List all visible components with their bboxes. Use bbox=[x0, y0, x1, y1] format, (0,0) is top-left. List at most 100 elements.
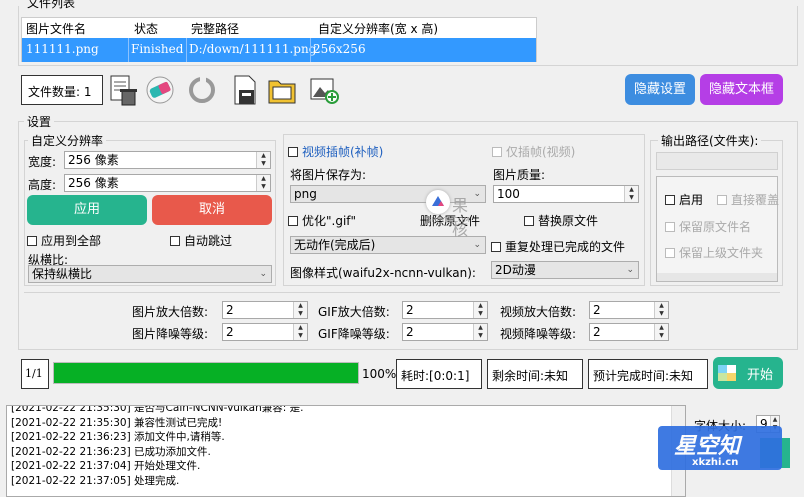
remaining-label: 剩余时间:未知 bbox=[492, 369, 569, 383]
log-line: [2021-02-22 21:37:04] 开始处理文件. bbox=[11, 460, 201, 472]
col-header-path[interactable]: 完整路径 bbox=[191, 20, 239, 37]
save-as-value: png bbox=[294, 187, 317, 201]
gif-scale-spinner[interactable]: ▲ ▼ bbox=[473, 302, 487, 318]
file-table[interactable]: 图片文件名 状态 完整路径 自定义分辨率(宽 x 高) 111111.png F… bbox=[21, 17, 537, 62]
apply-all-label: 应用到全部 bbox=[41, 234, 102, 248]
enable-label: 启用 bbox=[679, 193, 704, 207]
checkbox-icon bbox=[524, 216, 534, 226]
video-interp-label: 视频插帧(补帧) bbox=[302, 145, 384, 159]
direct-overwrite-checkbox[interactable]: 直接覆盖 bbox=[717, 191, 779, 208]
img-scale-value: 2 bbox=[226, 303, 234, 317]
img-scale-spinner[interactable]: ▲ ▼ bbox=[293, 302, 307, 318]
enable-checkbox[interactable]: 启用 bbox=[665, 191, 703, 208]
chevron-down-icon: ⌄ bbox=[626, 265, 634, 275]
replace-original-checkbox[interactable]: 替换原文件 bbox=[524, 212, 598, 229]
add-image-icon[interactable] bbox=[308, 73, 340, 107]
open-folder-icon[interactable] bbox=[266, 73, 298, 107]
file-list-legend: 文件列表 bbox=[24, 0, 79, 11]
width-input[interactable]: 256 像素 ▲ ▼ bbox=[64, 151, 271, 169]
watermark-xkzhi: 星空知 xkzhi.cn bbox=[658, 426, 782, 470]
log-lines: [2021-02-22 21:35:30] 是否与Cain-NCNN-Vulka… bbox=[7, 405, 685, 488]
auto-skip-checkbox[interactable]: 自动跳过 bbox=[170, 232, 232, 249]
output-path-input[interactable] bbox=[656, 152, 778, 170]
delete-file-icon[interactable] bbox=[108, 73, 140, 107]
gif-denoise-value: 2 bbox=[406, 325, 414, 339]
file-count-box: 文件数量: 1 bbox=[21, 75, 103, 105]
cell-path: D:/down/111111.png bbox=[189, 42, 317, 56]
clear-list-icon[interactable] bbox=[144, 73, 176, 107]
checkbox-icon bbox=[288, 216, 298, 226]
img-denoise-value: 2 bbox=[226, 325, 234, 339]
interp-only-checkbox[interactable]: 仅插帧(视频) bbox=[492, 143, 575, 160]
settings-legend: 设置 bbox=[24, 113, 55, 130]
width-spinner[interactable]: ▲ ▼ bbox=[256, 152, 270, 168]
video-interp-checkbox[interactable]: 视频插帧(补帧) bbox=[288, 143, 383, 160]
optimize-gif-checkbox[interactable]: 优化".gif" bbox=[288, 212, 356, 229]
chevron-down-icon: ⌄ bbox=[259, 269, 267, 279]
log-line: [2021-02-22 21:37:05] 处理完成. bbox=[11, 474, 180, 487]
after-action-value: 无动作(完成后) bbox=[294, 238, 376, 252]
image-style-select[interactable]: 2D动漫 ⌄ bbox=[491, 261, 639, 279]
log-line: [2021-02-22 21:35:30] 是否与Cain-NCNN-Vulka… bbox=[11, 405, 304, 414]
cell-status: Finished bbox=[131, 42, 184, 56]
width-label: 宽度: bbox=[28, 155, 57, 169]
progress-count-box: 1/1 bbox=[21, 359, 49, 389]
hide-textbox-button[interactable]: 隐藏文本框 bbox=[700, 74, 783, 105]
scrollbar[interactable] bbox=[657, 273, 777, 281]
col-header-resolution[interactable]: 自定义分辨率(宽 x 高) bbox=[318, 20, 438, 37]
vid-denoise-label: 视频降噪等级: bbox=[500, 327, 577, 341]
col-header-status[interactable]: 状态 bbox=[134, 20, 158, 37]
direct-overwrite-label: 直接覆盖 bbox=[731, 193, 780, 207]
quality-label: 图片质量: bbox=[493, 168, 546, 182]
aspect-select[interactable]: 保持纵横比 ⌄ bbox=[28, 265, 272, 283]
hide-settings-button[interactable]: 隐藏设置 bbox=[625, 74, 695, 105]
eta-box: 预计完成时间:未知 bbox=[588, 359, 708, 389]
img-denoise-spinner[interactable]: ▲ ▼ bbox=[293, 324, 307, 340]
optimize-gif-label: 优化".gif" bbox=[302, 214, 357, 228]
quality-input[interactable]: 100 ▲ ▼ bbox=[493, 185, 639, 203]
interp-only-label: 仅插帧(视频) bbox=[506, 145, 576, 159]
vid-denoise-value: 2 bbox=[593, 325, 601, 339]
refresh-icon[interactable] bbox=[186, 73, 218, 107]
log-textbox[interactable]: [2021-02-22 21:35:30] 是否与Cain-NCNN-Vulka… bbox=[6, 405, 686, 497]
vid-denoise-spinner[interactable]: ▲ ▼ bbox=[654, 324, 668, 340]
height-value: 256 像素 bbox=[68, 176, 119, 190]
watermark-xkzhi-url: xkzhi.cn bbox=[692, 457, 739, 468]
reprocess-label: 重复处理已完成的文件 bbox=[505, 240, 626, 254]
height-label: 高度: bbox=[28, 178, 57, 192]
keep-parent-checkbox[interactable]: 保留上级文件夹 bbox=[665, 244, 763, 261]
vid-scale-value: 2 bbox=[593, 303, 601, 317]
elapsed-label: 耗时:[0:0:1] bbox=[401, 369, 470, 383]
cancel-button[interactable]: 取消 bbox=[152, 195, 272, 225]
open-file-icon[interactable] bbox=[230, 73, 262, 107]
quality-spinner[interactable]: ▲ ▼ bbox=[624, 186, 638, 202]
reprocess-checkbox[interactable]: 重复处理已完成的文件 bbox=[491, 238, 625, 255]
log-line: [2021-02-22 21:36:23] 添加文件中,请稍等. bbox=[11, 431, 225, 443]
gif-denoise-input[interactable]: 2 ▲ ▼ bbox=[402, 323, 488, 341]
table-row[interactable]: 111111.png Finished D:/down/111111.png 2… bbox=[22, 38, 536, 62]
checkbox-icon bbox=[491, 242, 501, 252]
img-denoise-input[interactable]: 2 ▲ ▼ bbox=[222, 323, 308, 341]
log-line: [2021-02-22 21:35:30] 兼容性测试已完成! bbox=[11, 416, 223, 429]
gif-denoise-spinner[interactable]: ▲ ▼ bbox=[473, 324, 487, 340]
keep-name-checkbox[interactable]: 保留原文件名 bbox=[665, 218, 751, 235]
vid-denoise-input[interactable]: 2 ▲ ▼ bbox=[589, 323, 669, 341]
apply-all-checkbox[interactable]: 应用到全部 bbox=[27, 232, 101, 249]
gif-scale-input[interactable]: 2 ▲ ▼ bbox=[402, 301, 488, 319]
col-header-filename[interactable]: 图片文件名 bbox=[26, 20, 86, 37]
height-input[interactable]: 256 像素 ▲ ▼ bbox=[64, 174, 271, 192]
vid-scale-input[interactable]: 2 ▲ ▼ bbox=[589, 301, 669, 319]
checkbox-icon bbox=[170, 236, 180, 246]
checkbox-icon bbox=[717, 195, 727, 205]
height-spinner[interactable]: ▲ ▼ bbox=[256, 175, 270, 191]
checkbox-icon bbox=[288, 147, 298, 157]
apply-button[interactable]: 应用 bbox=[27, 195, 147, 225]
watermark-ghpym: 果核 GHPYM.COM bbox=[426, 190, 476, 239]
eta-label: 预计完成时间:未知 bbox=[593, 369, 694, 383]
gif-scale-label: GIF放大倍数: bbox=[318, 305, 390, 319]
start-button[interactable]: 开始 bbox=[713, 357, 783, 389]
remaining-box: 剩余时间:未知 bbox=[487, 359, 583, 389]
img-scale-input[interactable]: 2 ▲ ▼ bbox=[222, 301, 308, 319]
vid-scale-spinner[interactable]: ▲ ▼ bbox=[654, 302, 668, 318]
file-count-label: 文件数量: 1 bbox=[28, 85, 92, 99]
